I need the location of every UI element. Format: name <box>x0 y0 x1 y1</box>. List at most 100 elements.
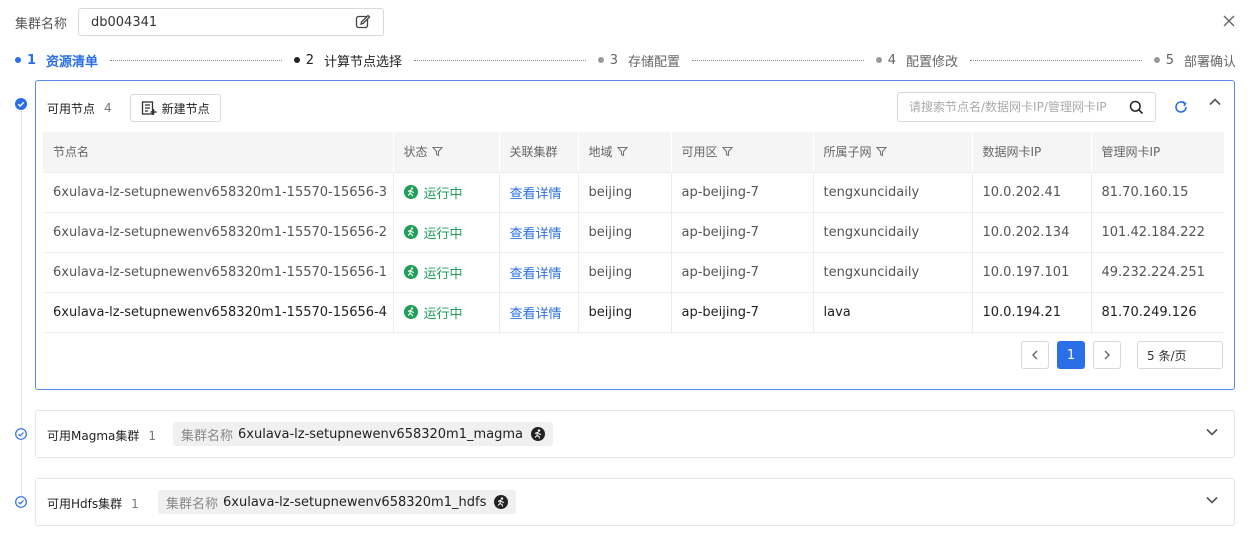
panel-title: 可用节点 <box>47 101 96 116</box>
view-details-link[interactable]: 查看详情 <box>510 267 562 282</box>
step-connector <box>970 59 1142 61</box>
chevron-down-icon[interactable] <box>1206 496 1218 504</box>
tag-key: 集群名称 <box>166 496 219 512</box>
close-icon[interactable] <box>1222 14 1236 28</box>
cluster-tag: 集群名称 6xulava-lz-setupnewenv658320m1_hdfs <box>158 490 517 514</box>
filter-icon[interactable] <box>875 146 887 157</box>
node-name: 6xulava-lz-setupnewenv658320m1-15570-156… <box>43 291 393 333</box>
cluster-name-label: 集群名称 <box>15 16 68 32</box>
status-running: 运行中 <box>403 183 499 202</box>
region-cell: beijing <box>577 171 671 212</box>
running-icon <box>403 305 418 319</box>
chevron-up-icon[interactable] <box>1208 96 1222 106</box>
column-header[interactable]: 所属子网 <box>812 132 972 172</box>
next-page-button[interactable] <box>1093 341 1121 369</box>
page-number-button[interactable]: 1 <box>1057 341 1085 369</box>
check-outline-icon <box>15 496 27 508</box>
zone-cell: ap-beijing-7 <box>670 171 813 212</box>
view-details-link[interactable]: 查看详情 <box>510 187 562 202</box>
table-row[interactable]: 6xulava-lz-setupnewenv658320m1-15570-156… <box>43 291 1224 333</box>
search-icon[interactable] <box>1129 100 1144 115</box>
running-icon <box>403 265 418 279</box>
tag-key: 集群名称 <box>181 428 234 444</box>
view-details-link[interactable]: 查看详情 <box>510 227 562 242</box>
subnet-cell: tengxuncidaily <box>812 171 972 212</box>
step-dot <box>597 57 604 63</box>
step-5[interactable]: 5 部署确认 <box>1153 51 1236 70</box>
new-node-button[interactable]: 新建节点 <box>129 94 221 122</box>
mgmt-ip-cell: 101.42.184.222 <box>1090 211 1224 252</box>
data-ip-cell: 10.0.202.134 <box>971 211 1091 252</box>
panel-title: 可用Hdfs集群 <box>47 497 123 511</box>
column-header: 管理网卡IP <box>1090 132 1224 172</box>
panel-header: 可用Hdfs集群 1 <box>47 495 139 512</box>
view-details-link[interactable]: 查看详情 <box>510 307 562 322</box>
panel-header: 可用Magma集群 1 <box>47 427 156 444</box>
subnet-cell: tengxuncidaily <box>812 251 972 292</box>
zone-cell: ap-beijing-7 <box>670 291 813 333</box>
cluster-tag: 集群名称 6xulava-lz-setupnewenv658320m1_magm… <box>173 422 554 446</box>
tag-value: 6xulava-lz-setupnewenv658320m1_hdfs <box>223 494 487 510</box>
zone-cell: ap-beijing-7 <box>670 251 813 292</box>
available-nodes-panel: 可用节点 4 新建节点 节点名 状态 关联集群 地域 可用区 所属子网 <box>35 80 1235 390</box>
step-2[interactable]: 2 计算节点选择 <box>293 51 402 70</box>
timeline-line <box>21 106 22 506</box>
region-cell: beijing <box>577 251 671 292</box>
step-dot <box>1153 57 1160 63</box>
column-header[interactable]: 状态 <box>392 132 499 172</box>
zone-cell: ap-beijing-7 <box>670 211 813 252</box>
table-row[interactable]: 6xulava-lz-setupnewenv658320m1-15570-156… <box>43 171 1224 212</box>
refresh-icon[interactable] <box>1173 99 1189 115</box>
page-size-select[interactable]: 5 条/页 <box>1137 341 1223 369</box>
step-connector <box>414 59 586 61</box>
column-header: 关联集群 <box>498 132 578 172</box>
node-count: 4 <box>104 101 112 115</box>
step-connector <box>692 59 864 61</box>
mgmt-ip-cell: 81.70.249.126 <box>1090 291 1224 333</box>
region-cell: beijing <box>577 291 671 333</box>
node-name: 6xulava-lz-setupnewenv658320m1-15570-156… <box>43 251 393 292</box>
step-4[interactable]: 4 配置修改 <box>875 51 958 70</box>
node-search-box[interactable] <box>897 92 1156 122</box>
cluster-name-row: 集群名称 db004341 <box>15 8 385 36</box>
edit-icon[interactable] <box>355 14 371 30</box>
add-node-icon <box>141 101 157 115</box>
column-header[interactable]: 可用区 <box>670 132 813 172</box>
panel-header: 可用节点 4 新建节点 <box>47 94 221 122</box>
magma-cluster-panel[interactable]: 可用Magma集群 1 集群名称 6xulava-lz-setupnewenv6… <box>35 410 1235 458</box>
column-header: 数据网卡IP <box>971 132 1091 172</box>
hdfs-cluster-panel[interactable]: 可用Hdfs集群 1 集群名称 6xulava-lz-setupnewenv65… <box>35 478 1235 526</box>
step-3[interactable]: 3 存储配置 <box>597 51 680 70</box>
cluster-name-field[interactable]: db004341 <box>78 8 385 36</box>
chevron-down-icon[interactable] <box>1206 428 1218 436</box>
step-indicator: 1 资源清单 2 计算节点选择 3 存储配置 4 配置修改 5 部署确认 <box>15 50 1236 70</box>
status-running: 运行中 <box>403 223 499 242</box>
filter-icon[interactable] <box>616 146 628 157</box>
step-dot <box>293 57 300 63</box>
node-name: 6xulava-lz-setupnewenv658320m1-15570-156… <box>43 171 393 212</box>
data-ip-cell: 10.0.202.41 <box>971 171 1091 212</box>
column-header[interactable]: 地域 <box>577 132 671 172</box>
filter-icon[interactable] <box>431 146 443 157</box>
chevron-right-icon <box>1104 350 1110 360</box>
panel-title: 可用Magma集群 <box>47 429 140 443</box>
running-icon <box>403 185 418 199</box>
check-filled-icon <box>15 98 27 110</box>
subnet-cell: tengxuncidaily <box>812 211 972 252</box>
status-running: 运行中 <box>403 303 499 322</box>
step-dot <box>875 57 882 63</box>
step-1[interactable]: 1 资源清单 <box>15 51 98 70</box>
new-node-label: 新建节点 <box>161 101 210 116</box>
data-ip-cell: 10.0.194.21 <box>971 291 1091 333</box>
table-row[interactable]: 6xulava-lz-setupnewenv658320m1-15570-156… <box>43 211 1224 252</box>
subnet-cell: lava <box>812 291 972 333</box>
node-search-input[interactable] <box>909 100 1129 114</box>
cluster-name-value: db004341 <box>91 14 158 30</box>
mgmt-ip-cell: 81.70.160.15 <box>1090 171 1224 212</box>
mgmt-ip-cell: 49.232.224.251 <box>1090 251 1224 292</box>
filter-icon[interactable] <box>721 146 733 157</box>
table-row[interactable]: 6xulava-lz-setupnewenv658320m1-15570-156… <box>43 251 1224 292</box>
prev-page-button[interactable] <box>1021 341 1049 369</box>
running-icon <box>403 225 418 239</box>
magma-count: 1 <box>148 428 157 443</box>
